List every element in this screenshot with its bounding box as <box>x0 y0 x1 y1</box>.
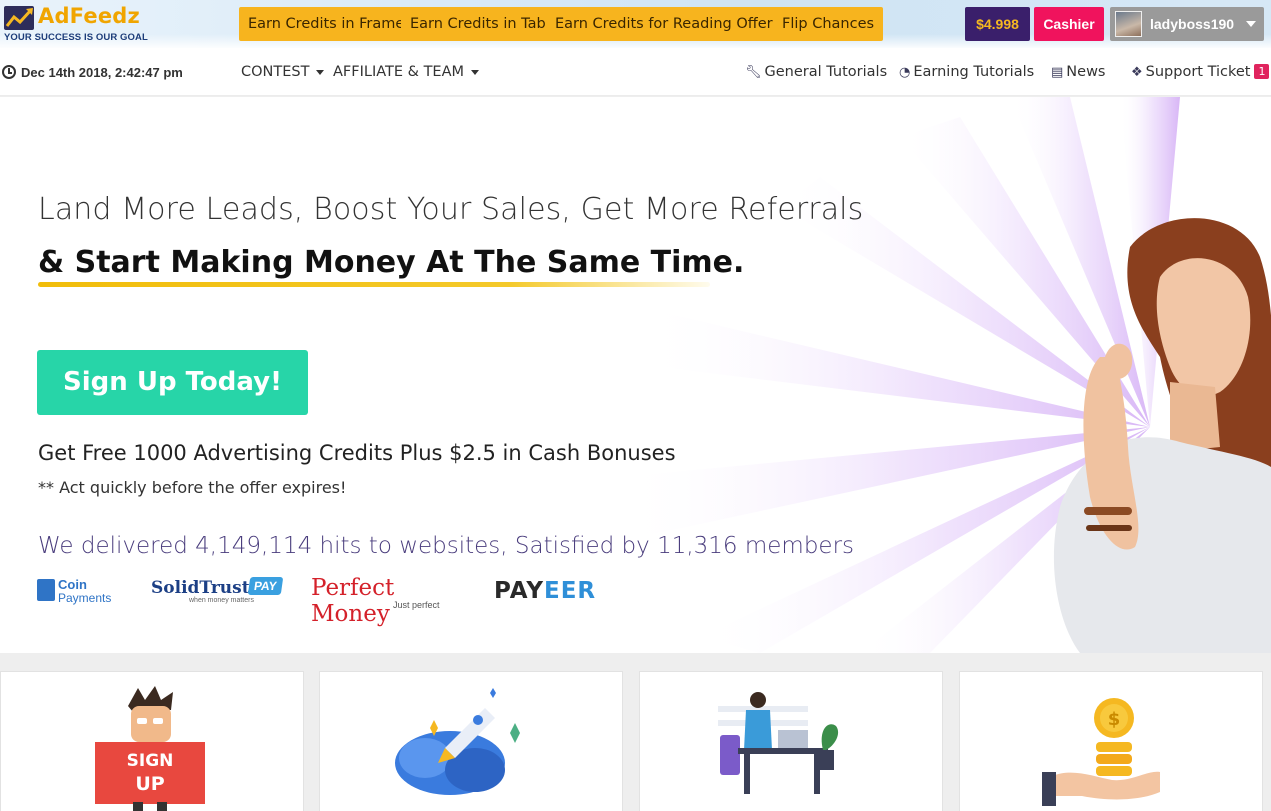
logo-name: AdFeedz <box>38 4 140 28</box>
feature-card-signup[interactable]: SIGN UP <box>0 671 304 811</box>
server-datetime: Dec 14th 2018, 2:42:47 pm <box>21 65 183 80</box>
balance-badge[interactable]: $4.998 <box>965 7 1030 41</box>
hero-section: Land More Leads, Boost Your Sales, Get M… <box>0 97 1271 653</box>
offer-expiry-note: ** Act quickly before the offer expires! <box>38 478 347 497</box>
site-logo[interactable]: AdFeedz YOUR SUCCESS IS OUR GOAL <box>2 4 162 44</box>
logo-tagline: YOUR SUCCESS IS OUR GOAL <box>4 32 148 43</box>
person-at-desk-icon <box>718 692 839 794</box>
cashier-button[interactable]: Cashier <box>1034 7 1104 41</box>
payeer-post: EER <box>544 578 597 604</box>
affiliate-team-dropdown[interactable]: AFFILIATE & TEAM <box>333 64 480 80</box>
earn-credits-tab-button[interactable]: Earn Credits in Tab <box>401 7 555 41</box>
coinpayments-icon <box>37 579 55 601</box>
general-tutorials-link[interactable]: 🔧︎ General Tutorials <box>745 64 887 80</box>
sign-up-character-icon: SIGN UP <box>95 686 205 811</box>
payeer-pre: PAY <box>494 578 544 604</box>
feature-card-earnings[interactable]: $ <box>959 671 1263 811</box>
hero-headline-line2: & Start Making Money At The Same Time. <box>38 245 745 280</box>
payeer-name: PAYEER <box>494 578 596 604</box>
hero-headline-line1: Land More Leads, Boost Your Sales, Get M… <box>38 192 864 227</box>
news-label: News <box>1066 64 1106 80</box>
payeer-logo: PAYEER <box>494 575 604 611</box>
feature-card-boost[interactable] <box>319 671 623 811</box>
avatar <box>1115 11 1142 37</box>
top-bar: AdFeedz YOUR SUCCESS IS OUR GOAL Earn Cr… <box>0 0 1271 48</box>
headline-underline <box>38 282 710 287</box>
earning-tutorials-link[interactable]: ◔ Earning Tutorials <box>899 64 1034 80</box>
rocket-cloud-icon <box>395 688 520 795</box>
caret-down-icon <box>471 69 480 75</box>
caret-down-icon <box>316 69 325 75</box>
clock-icon <box>2 65 16 79</box>
svg-text:SIGN: SIGN <box>127 751 174 771</box>
chart-arrow-logo-icon <box>4 6 34 30</box>
username: ladyboss190 <box>1150 16 1235 32</box>
affiliate-team-dropdown-label: AFFILIATE & TEAM <box>333 64 465 80</box>
support-ticket-label: Support Ticket <box>1145 64 1251 80</box>
newspaper-icon: ▤ <box>1051 65 1064 80</box>
flip-chances-button[interactable]: Flip Chances <box>773 7 884 41</box>
coinpayments-logo: Coin Payments <box>37 575 127 611</box>
perfect-money-name: Perfect Money <box>311 575 395 627</box>
coinpayments-line2: Payments <box>58 591 112 605</box>
solidtrust-sub: when money matters <box>189 597 254 604</box>
perfect-money-logo: Perfect Money Just perfect <box>311 575 471 627</box>
bonus-offer-text: Get Free 1000 Advertising Credits Plus $… <box>38 441 676 465</box>
ticket-icon: ❖ <box>1131 65 1143 80</box>
earn-credits-reading-offers-button[interactable]: Earn Credits for Reading Offers <box>546 7 790 41</box>
feature-card-desk[interactable] <box>639 671 943 811</box>
chevron-down-icon <box>1246 21 1256 27</box>
perfect-money-sub: Just perfect <box>393 600 440 610</box>
solidtrustpay-logo: SolidTrust PAY when money matters <box>151 575 291 611</box>
hero-woman-illustration <box>1053 218 1271 653</box>
wrench-icon: 🔧︎ <box>745 65 762 80</box>
svg-text:$: $ <box>1108 709 1121 730</box>
svg-text:UP: UP <box>135 773 164 795</box>
earning-tutorials-label: Earning Tutorials <box>913 64 1035 80</box>
news-link[interactable]: ▤ News <box>1051 64 1105 80</box>
hand-holding-coins-icon: $ <box>1042 698 1160 806</box>
ticket-count-badge: 1 <box>1254 64 1270 79</box>
earn-credits-frame-button[interactable]: Earn Credits in Frame <box>239 7 414 41</box>
user-menu[interactable]: ladyboss190 <box>1110 7 1264 41</box>
solidtrust-pay: PAY <box>247 577 283 595</box>
secondary-nav: Dec 14th 2018, 2:42:47 pm CONTEST AFFILI… <box>0 48 1271 96</box>
delivery-stats: We delivered 4,149,114 hits to websites,… <box>38 533 855 559</box>
contest-dropdown-label: CONTEST <box>241 64 310 80</box>
solidtrust-name: SolidTrust <box>151 578 250 598</box>
general-tutorials-label: General Tutorials <box>764 64 888 80</box>
support-ticket-link[interactable]: ❖ Support Ticket 1 <box>1131 64 1270 80</box>
coinpayments-line1: Coin <box>58 577 87 592</box>
contest-dropdown[interactable]: CONTEST <box>241 64 325 80</box>
sign-up-today-button[interactable]: Sign Up Today! <box>37 350 308 415</box>
pie-chart-icon: ◔ <box>899 65 911 80</box>
